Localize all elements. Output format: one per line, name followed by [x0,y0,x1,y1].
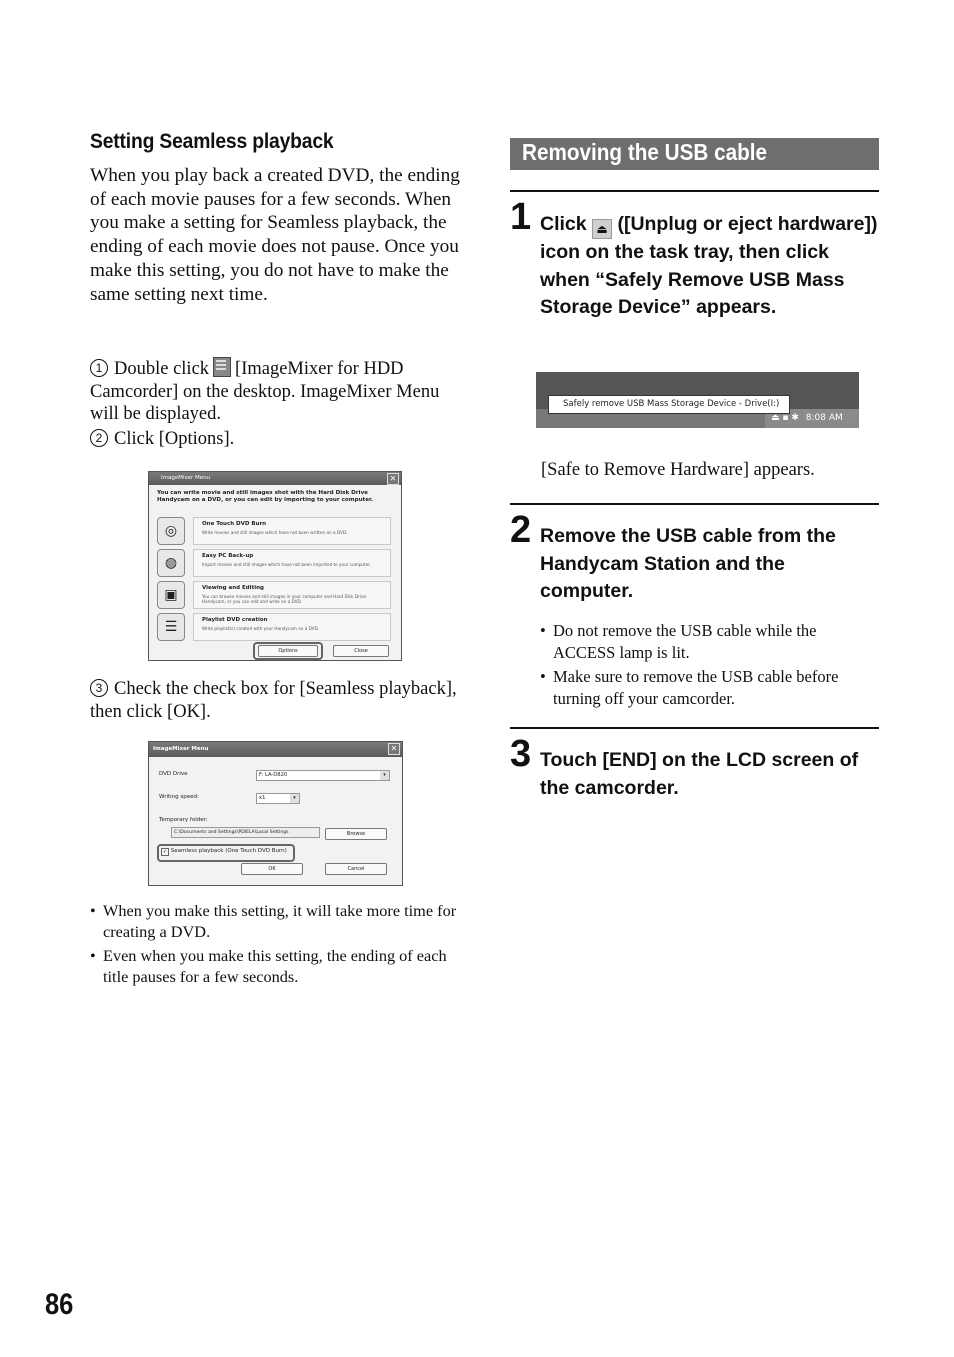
close-icon[interactable]: ✕ [387,473,399,485]
divider [510,190,879,192]
disc-touch-icon: ◎ [157,517,185,545]
note-item: Make sure to remove the USB cable before… [540,666,880,710]
menu-item-viewing-editing[interactable]: ▣ Viewing and Editing You can browse movi… [157,581,393,609]
cancel-button[interactable]: Cancel [325,863,387,875]
step-3-instruction: Touch [END] on the LCD screen of the cam… [540,749,859,799]
menu-item-one-touch-dvd-burn[interactable]: ◎ One Touch DVD Burn Write movies and sti… [157,517,393,545]
unplug-eject-icon[interactable]: ⏏ [771,413,780,423]
chevron-down-icon: ▾ [380,771,389,780]
step-number: 1 [90,359,108,377]
page-number: 86 [45,1288,74,1321]
close-icon[interactable]: ✕ [388,743,400,755]
step-1-instruction: Click ⏏ ([Unplug or eject hardware]) ico… [540,211,880,322]
disc-backup-icon: ◍ [157,549,185,577]
step-text: Check the check box for [Seamless playba… [90,679,457,722]
checkbox-checked-icon[interactable]: ✓ [161,848,169,856]
dvd-drive-label: DVD Drive [159,771,188,777]
menu-item-desc: You can browse movies and still images i… [202,594,367,604]
dvd-drive-select[interactable]: F: LA-D820 ▾ [256,770,390,781]
step-number: 1 [510,196,532,238]
step-number: 3 [510,733,532,775]
menu-item-easy-pc-backup[interactable]: ◍ Easy PC Back-up Import movies and still… [157,549,393,577]
note-item: When you make this setting, it will take… [90,901,460,942]
menu-item-title: Easy PC Back-up [202,553,254,559]
section-title: Setting Seamless playback [90,130,334,153]
options-button[interactable]: Options [258,645,318,657]
step-3: 3 Check the check box for [Seamless playb… [90,678,465,723]
seamless-label: Seamless playback (One Touch DVD Burn) [170,848,287,854]
step-number: 2 [510,509,532,551]
temp-folder-label: Temporary folder: [159,817,208,823]
unplug-eject-icon: ⏏ [592,219,613,239]
step-number: 2 [90,429,108,447]
step-text: ([Unplug or eject hardware]) icon on the… [540,213,878,319]
step-2: 2 Click [Options]. [90,428,465,451]
banner-title: Removing the USB cable [522,139,768,165]
chevron-down-icon: ▾ [290,794,299,803]
list-icon: ☰ [157,613,185,641]
step-2-instruction: Remove the USB cable from the Handycam S… [540,525,836,603]
dialog-description: You can write movie and still images sho… [157,490,374,503]
step-number: 3 [90,679,108,697]
notes-list: When you make this setting, it will take… [90,901,460,987]
seamless-checkbox[interactable]: ✓ Seamless playback (One Touch DVD Burn) [161,848,287,856]
writing-speed-value: x1 [259,795,266,801]
dialog-titlebar: ImageMixer Menu ✕ [149,472,401,485]
imagemixer-desktop-icon [213,357,232,377]
dialog-titlebar: ImageMixer Menu ✕ [149,742,402,757]
section-banner: Removing the USB cable [510,138,879,170]
menu-item-desc: Write playlist(s) created with your Hand… [202,626,320,631]
writing-speed-label: Writing speed: [159,794,199,800]
caption: [Safe to Remove Hardware] appears. [541,460,815,480]
intro-paragraph: When you play back a created DVD, the en… [90,165,460,305]
divider [510,503,879,505]
menu-item-title: Playlist DVD creation [202,617,268,623]
divider [510,727,879,729]
step-1: 1 Double click [ImageMixer for HDD Camcord… [90,357,465,426]
note-item: Do not remove the USB cable while the AC… [540,620,880,664]
imagemixer-options-dialog: ImageMixer Menu ✕ DVD Drive F: LA-D820 ▾ W… [148,741,403,886]
step-text: Click [540,213,587,235]
dvd-drive-value: F: LA-D820 [259,772,288,778]
network-icon: ▪ [782,413,789,423]
menu-item-title: Viewing and Editing [202,585,264,591]
ok-button[interactable]: OK [241,863,303,875]
clock: 8:08 AM [805,413,843,423]
menu-item-desc: Write movies and still images which have… [202,530,348,535]
speaker-icon: ✱ [791,413,799,423]
taskbar-screenshot: ⏏ ▪ ✱ 8:08 AM Safely remove USB Mass Sto… [536,372,859,428]
step-text: Double click [114,359,210,379]
photos-icon: ▣ [157,581,185,609]
menu-item-title: One Touch DVD Burn [202,521,267,527]
menu-item-desc: Import movies and still images which hav… [202,562,371,567]
dialog-title: ImageMixer Menu [161,475,211,481]
step-text: Click [Options]. [114,429,235,449]
note-item: Even when you make this setting, the end… [90,946,460,987]
menu-item-playlist-dvd[interactable]: ☰ Playlist DVD creation Write playlist(s)… [157,613,393,641]
safely-remove-tooltip[interactable]: Safely remove USB Mass Storage Device - … [548,395,790,414]
imagemixer-menu-dialog: ImageMixer Menu ✕ You can write movie and… [148,471,402,661]
dialog-title: ImageMixer Menu [153,746,209,752]
writing-speed-select[interactable]: x1 ▾ [256,793,300,804]
browse-button[interactable]: Browse [325,828,387,840]
temp-folder-field[interactable]: C:\Documents and Settings\PDIELA\Local S… [171,827,320,838]
step-2-notes: Do not remove the USB cable while the AC… [540,620,880,710]
close-button[interactable]: Close [333,645,389,657]
